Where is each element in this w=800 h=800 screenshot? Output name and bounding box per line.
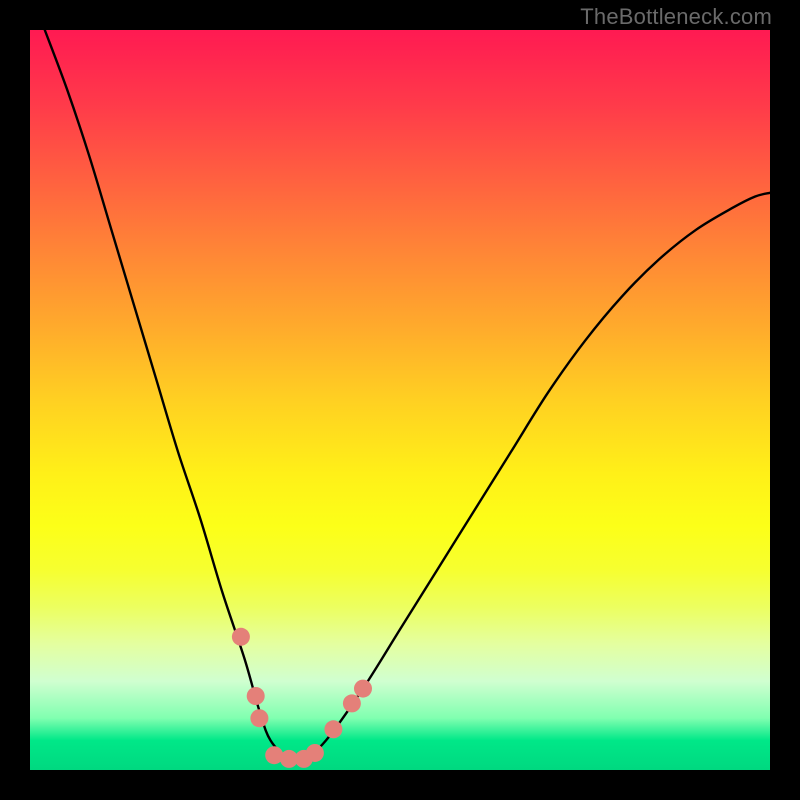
left-upper-dot <box>232 628 250 646</box>
plot-area <box>30 30 770 770</box>
bottleneck-curve <box>45 30 770 761</box>
right-mid-dot <box>343 694 361 712</box>
chart-svg <box>30 30 770 770</box>
curve-markers <box>232 628 372 768</box>
chart-frame: TheBottleneck.com <box>0 0 800 800</box>
right-low-dot <box>324 720 342 738</box>
left-low-dot <box>250 709 268 727</box>
left-mid-dot <box>247 687 265 705</box>
right-upper-dot <box>354 680 372 698</box>
watermark-text: TheBottleneck.com <box>580 4 772 30</box>
bottom-pill-4 <box>306 744 324 762</box>
